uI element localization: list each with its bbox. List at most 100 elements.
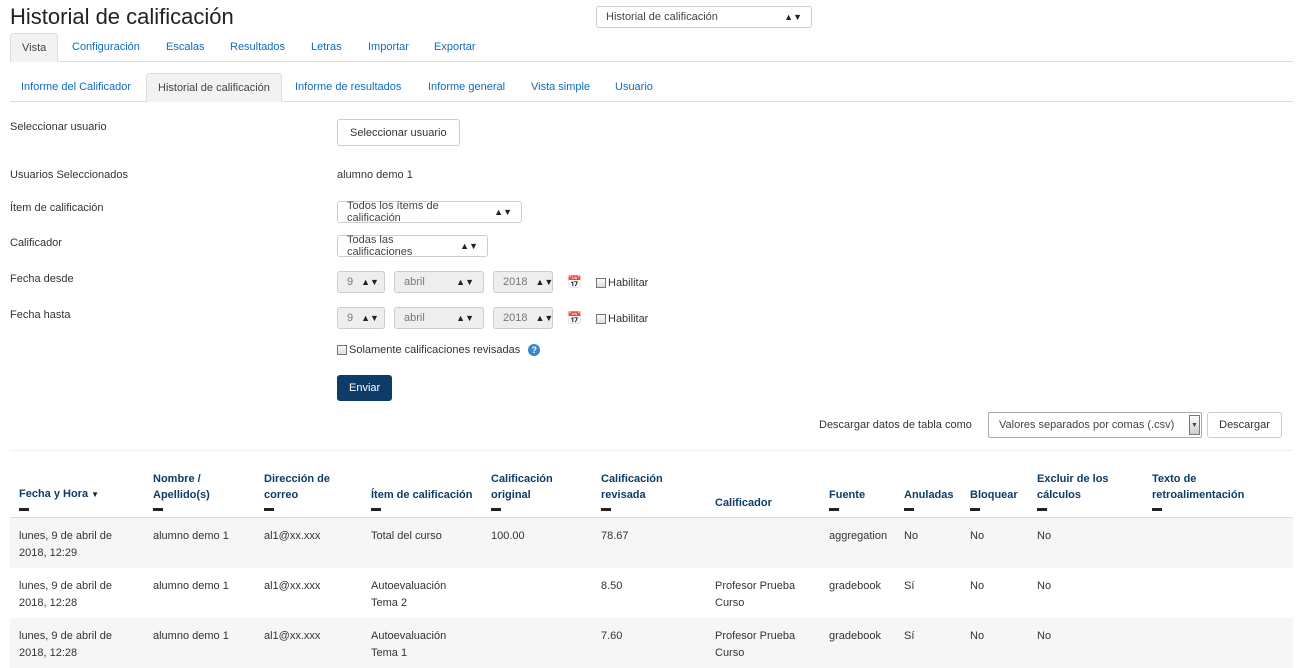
- collapse-icon[interactable]: [153, 508, 163, 511]
- cell-anuladas: No: [895, 517, 961, 568]
- collapse-icon[interactable]: [264, 508, 274, 511]
- cell-calificador[interactable]: Profesor Prueba Curso: [706, 568, 820, 618]
- date-from-month-select[interactable]: abril ▲▼: [394, 271, 484, 293]
- cell-nombre[interactable]: alumno demo 1: [144, 617, 255, 668]
- cell-calificador[interactable]: [706, 517, 820, 568]
- cell-revisada: 7.60: [592, 617, 706, 668]
- cell-item[interactable]: Autoevaluación Tema 1: [362, 617, 482, 668]
- help-icon[interactable]: ?: [528, 344, 541, 356]
- select-arrows-icon: ▲▼: [460, 241, 478, 251]
- col-header-excluir[interactable]: Excluir de los cálculos: [1028, 450, 1143, 518]
- collapse-icon[interactable]: [1152, 508, 1162, 511]
- submit-button[interactable]: Enviar: [337, 375, 393, 401]
- date-to-month-value: abril: [404, 312, 425, 324]
- col-header-original[interactable]: Calificación original: [482, 450, 592, 518]
- download-button[interactable]: Descargar: [1207, 412, 1282, 438]
- collapse-icon[interactable]: [829, 508, 839, 511]
- cell-fuente: gradebook: [820, 617, 895, 668]
- grade-item-select[interactable]: Todos los ítems de calificación ▲▼: [337, 200, 522, 224]
- col-header-fecha[interactable]: Fecha y Hora ▼: [10, 450, 144, 518]
- date-to-enable-checkbox[interactable]: [596, 314, 606, 324]
- tab-vista-simple[interactable]: Vista simple: [520, 73, 601, 101]
- tab-letras[interactable]: Letras: [300, 33, 353, 61]
- secondary-tabs: Informe del Calificador Historial de cal…: [10, 73, 1293, 102]
- tab-importar[interactable]: Importar: [357, 33, 420, 61]
- date-from-year-select[interactable]: 2018 ▲▼: [493, 271, 553, 293]
- tab-resultados[interactable]: Resultados: [219, 33, 296, 61]
- tab-informe-resultados[interactable]: Informe de resultados: [284, 73, 412, 101]
- tab-configuracion[interactable]: Configuración: [61, 33, 151, 61]
- date-to-day-select[interactable]: 9 ▲▼: [337, 307, 385, 329]
- date-to-year-select[interactable]: 2018 ▲▼: [493, 307, 553, 329]
- revised-only-checkbox[interactable]: [337, 345, 347, 355]
- revised-only[interactable]: Solamente calificaciones revisadas ?: [337, 344, 541, 356]
- collapse-icon[interactable]: [19, 508, 29, 511]
- download-format-select[interactable]: Valores separados por comas (.csv) ▼: [988, 412, 1202, 438]
- cell-item[interactable]: Autoevaluación Tema 2: [362, 568, 482, 618]
- select-arrows-icon: ▲▼: [784, 12, 802, 22]
- tab-historial-calificacion[interactable]: Historial de calificación: [146, 73, 282, 102]
- col-header-retroalimentacion[interactable]: Texto de retroalimentación: [1143, 450, 1293, 518]
- download-format-value: Valores separados por comas (.csv): [999, 419, 1175, 431]
- date-to-year-value: 2018: [503, 312, 528, 324]
- col-header-nombre[interactable]: Nombre / Apellido(s): [144, 450, 255, 518]
- collapse-icon[interactable]: [970, 508, 980, 511]
- select-arrows-icon: ▲▼: [535, 313, 554, 323]
- cell-retroalimentacion: [1143, 517, 1293, 568]
- selected-users-label: Usuarios Seleccionados: [10, 169, 129, 181]
- table-row: lunes, 9 de abril de 2018, 12:28 alumno …: [10, 617, 1293, 668]
- date-to-month-select[interactable]: abril ▲▼: [394, 307, 484, 329]
- tab-vista[interactable]: Vista: [10, 33, 59, 62]
- cell-nombre[interactable]: alumno demo 1: [144, 568, 255, 618]
- col-header-revisada[interactable]: Calificación revisada: [592, 450, 706, 518]
- sort-desc-icon: ▼: [91, 490, 100, 499]
- col-header-bloquear[interactable]: Bloquear: [961, 450, 1028, 518]
- cell-bloquear: No: [970, 579, 985, 592]
- col-header-fuente[interactable]: Fuente: [820, 450, 895, 518]
- date-from-day-select[interactable]: 9 ▲▼: [337, 271, 385, 293]
- cell-retroalimentacion: [1143, 568, 1293, 618]
- col-header-anuladas[interactable]: Anuladas: [895, 450, 961, 518]
- cell-retroalimentacion: [1143, 617, 1293, 668]
- select-arrows-icon: ▲▼: [456, 313, 474, 323]
- grader-select[interactable]: Todas las calificaciones ▲▼: [337, 234, 488, 258]
- col-header-correo[interactable]: Dirección de correo: [255, 450, 362, 518]
- date-to-enable[interactable]: Habilitar: [596, 313, 648, 325]
- grade-history-table: Fecha y Hora ▼ Nombre / Apellido(s) Direc…: [10, 450, 1293, 668]
- cell-anuladas: Sí: [904, 579, 915, 592]
- select-user-label: Seleccionar usuario: [10, 121, 107, 133]
- report-jump-select[interactable]: Historial de calificación ▲▼: [596, 6, 812, 28]
- tab-exportar[interactable]: Exportar: [423, 33, 487, 61]
- select-user-button[interactable]: Seleccionar usuario: [337, 119, 460, 146]
- cell-correo: al1@xx.xxx: [255, 517, 362, 568]
- cell-nombre[interactable]: alumno demo 1: [144, 517, 255, 568]
- cell-excluir: No: [1037, 579, 1052, 592]
- cell-bloquear: No: [961, 517, 1028, 568]
- cell-calificador[interactable]: Profesor Prueba Curso: [706, 617, 820, 668]
- calendar-icon[interactable]: 📅: [567, 311, 582, 325]
- cell-excluir: No: [1028, 617, 1143, 668]
- collapse-icon[interactable]: [371, 508, 381, 511]
- date-from-enable[interactable]: Habilitar: [596, 277, 648, 289]
- tab-informe-general[interactable]: Informe general: [417, 73, 516, 101]
- tab-usuario[interactable]: Usuario: [604, 73, 664, 101]
- cell-original: [482, 568, 592, 618]
- calendar-icon[interactable]: 📅: [567, 275, 582, 289]
- cell-fecha: lunes, 9 de abril de 2018, 12:29: [10, 517, 144, 568]
- tab-informe-calificador[interactable]: Informe del Calificador: [10, 73, 142, 101]
- col-header-item[interactable]: Ítem de calificación: [362, 450, 482, 518]
- select-arrows-icon: ▲▼: [456, 277, 474, 287]
- cell-fecha: lunes, 9 de abril de 2018, 12:28: [19, 579, 112, 609]
- date-from-enable-label: Habilitar: [608, 277, 649, 289]
- collapse-icon[interactable]: [601, 508, 611, 511]
- tab-escalas[interactable]: Escalas: [155, 33, 216, 61]
- collapse-icon[interactable]: [904, 508, 914, 511]
- download-label: Descargar datos de tabla como: [819, 419, 972, 431]
- cell-anuladas: Sí: [895, 617, 961, 668]
- col-header-calificador[interactable]: Calificador: [706, 450, 820, 518]
- cell-correo: al1@xx.xxx: [255, 617, 362, 668]
- select-arrows-icon: ▲▼: [361, 313, 379, 323]
- date-from-enable-checkbox[interactable]: [596, 278, 606, 288]
- collapse-icon[interactable]: [1037, 508, 1047, 511]
- collapse-icon[interactable]: [491, 508, 501, 511]
